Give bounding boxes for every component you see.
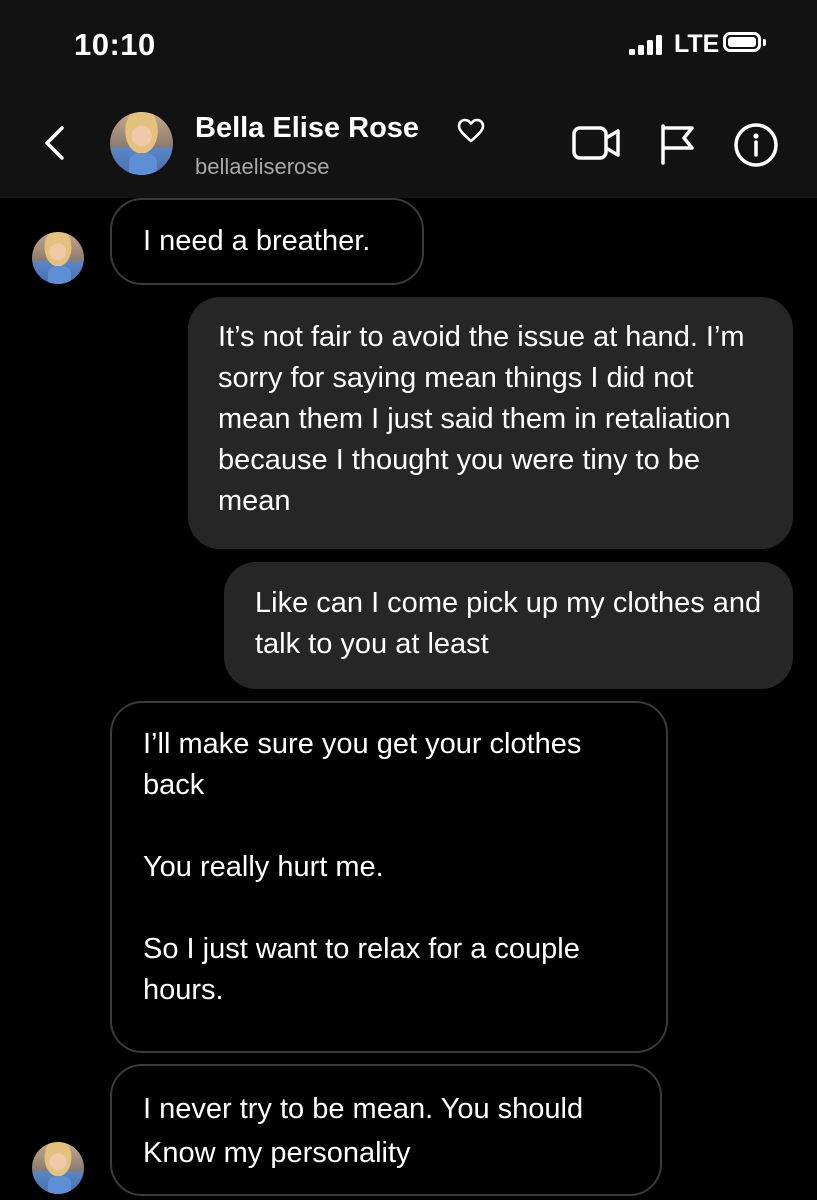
- network-label: LTE: [674, 30, 720, 58]
- battery-icon: [723, 32, 766, 52]
- heart-icon[interactable]: [457, 118, 485, 144]
- message-text: You really hurt me.: [143, 851, 384, 883]
- message-bubble-outgoing[interactable]: It’s not fair to avoid the issue at hand…: [188, 297, 793, 549]
- message-text: I never try to be mean. You should Know …: [143, 1093, 584, 1169]
- video-call-icon[interactable]: [571, 123, 623, 163]
- flag-icon[interactable]: [658, 123, 696, 165]
- message-bubble-incoming[interactable]: I never try to be mean. You should Know …: [110, 1064, 662, 1196]
- signal-strength-icon: [629, 35, 663, 55]
- contact-name[interactable]: Bella Elise Rose: [195, 112, 419, 145]
- message-text: Like can I come pick up my clothes and t…: [255, 587, 762, 660]
- message-bubble-outgoing[interactable]: Like can I come pick up my clothes and t…: [224, 562, 793, 689]
- conversation-header: Bella Elise Rose bellaeliserose: [0, 90, 817, 198]
- sender-avatar[interactable]: [32, 232, 84, 284]
- contact-username: bellaeliserose: [195, 154, 330, 179]
- contact-avatar[interactable]: [110, 112, 173, 175]
- back-chevron-icon[interactable]: [36, 123, 76, 163]
- message-text: I need a breather.: [143, 225, 371, 257]
- status-time: 10:10: [74, 27, 156, 62]
- message-text: I’ll make sure you get your clothes back: [143, 728, 582, 801]
- message-text: It’s not fair to avoid the issue at hand…: [218, 321, 745, 517]
- info-icon[interactable]: [733, 122, 779, 168]
- sender-avatar[interactable]: [32, 1142, 84, 1194]
- message-bubble-incoming[interactable]: I’ll make sure you get your clothes back…: [110, 701, 668, 1053]
- status-bar: 10:10 LTE: [0, 0, 817, 90]
- message-bubble-incoming[interactable]: I need a breather.: [110, 198, 424, 285]
- message-text: So I just want to relax for a couple hou…: [143, 933, 580, 1006]
